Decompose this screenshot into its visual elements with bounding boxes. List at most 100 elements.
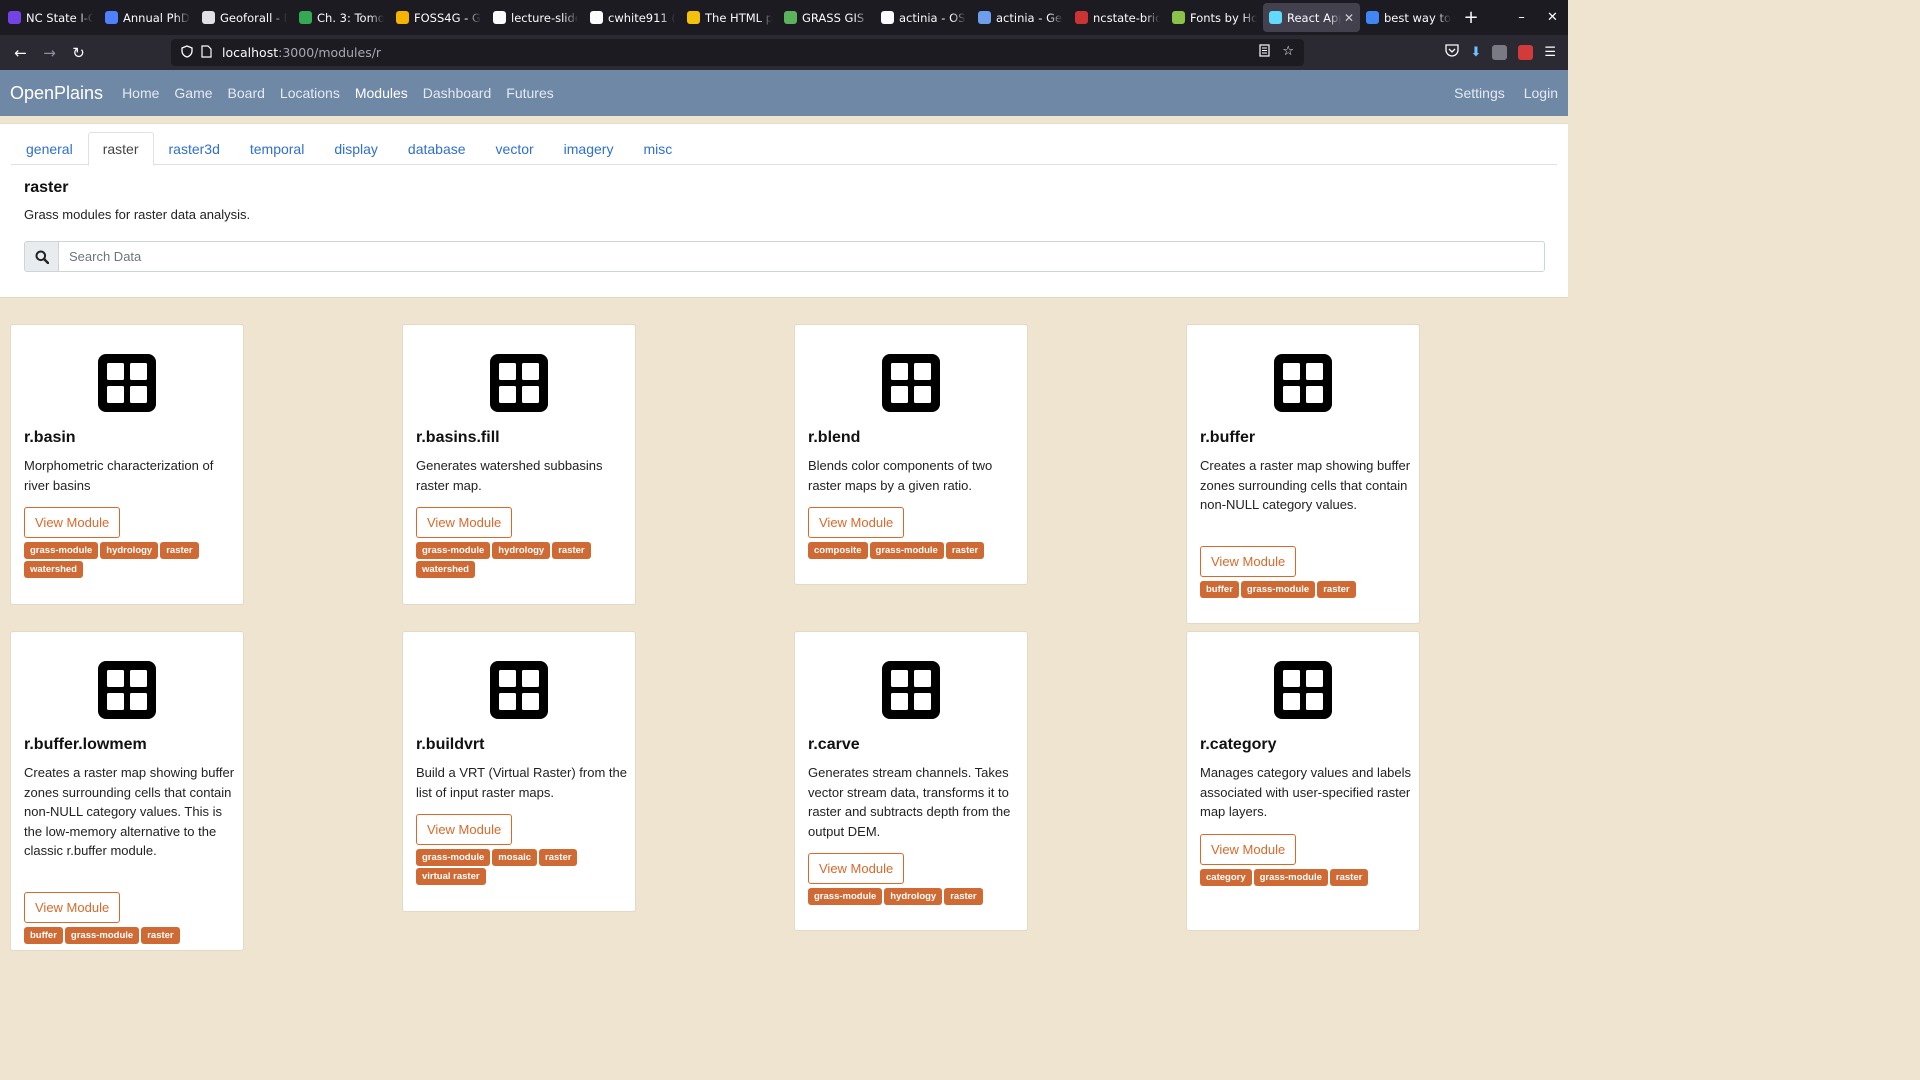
nav-link-futures[interactable]: Futures xyxy=(506,85,553,101)
tag-badge: grass-module xyxy=(808,888,883,905)
pocket-icon[interactable] xyxy=(1445,44,1460,61)
tag-badge: raster xyxy=(539,849,578,866)
tag-badge: raster xyxy=(944,888,983,905)
tab-favicon-icon xyxy=(493,11,506,24)
minimize-window-button[interactable]: – xyxy=(1506,10,1537,25)
search-input[interactable] xyxy=(59,242,1544,271)
view-module-button[interactable]: View Module xyxy=(24,892,121,923)
browser-tab-title: React App xyxy=(1287,10,1341,25)
module-description: Blends color components of two raster ma… xyxy=(808,458,993,493)
tag-list: grass-module hydrology raster xyxy=(808,888,1020,905)
browser-tab[interactable]: lecture-slide xyxy=(487,0,584,35)
nav-link-settings[interactable]: Settings xyxy=(1454,85,1505,101)
tab-raster[interactable]: raster xyxy=(87,132,154,166)
tag-badge: mosaic xyxy=(492,849,538,866)
tab-general[interactable]: general xyxy=(11,132,88,165)
forward-icon[interactable]: → xyxy=(35,38,64,67)
url-bar[interactable]: localhost:3000/modules/r ☆ xyxy=(171,39,1304,66)
tag-badge: grass-module xyxy=(64,927,140,944)
browser-tab-title: ncstate-bric xyxy=(1093,10,1160,25)
tag-badge: grass-module xyxy=(869,542,944,559)
browser-tab[interactable]: actinia - Geo xyxy=(972,0,1069,35)
browser-tab[interactable]: Ch. 3: Tomor xyxy=(293,0,390,35)
nav-link-modules[interactable]: Modules xyxy=(355,85,408,101)
module-description: Morphometric characterization of river b… xyxy=(24,458,214,493)
tab-raster3d[interactable]: raster3d xyxy=(154,132,235,165)
nav-link-board[interactable]: Board xyxy=(228,85,265,101)
module-card: r.buffer Creates a raster map showing buf… xyxy=(1186,324,1420,624)
close-window-button[interactable]: ✕ xyxy=(1537,10,1568,25)
reader-view-icon[interactable] xyxy=(1259,44,1270,61)
tag-badge: virtual raster xyxy=(416,868,486,885)
nav-link-dashboard[interactable]: Dashboard xyxy=(423,85,492,101)
module-name: r.category xyxy=(1200,736,1277,753)
tag-list: composite grass-module raster xyxy=(808,542,1020,559)
new-tab-button[interactable]: + xyxy=(1457,0,1485,35)
view-module-button[interactable]: View Module xyxy=(1200,546,1297,577)
bookmark-star-icon[interactable]: ☆ xyxy=(1282,44,1294,61)
brand-logo[interactable]: OpenPlains xyxy=(10,83,103,104)
tab-favicon-icon xyxy=(881,11,894,24)
tag-badge: raster xyxy=(1317,581,1356,598)
browser-tab[interactable]: best way to xyxy=(1360,0,1457,35)
tag-badge: grass-module xyxy=(416,849,491,866)
browser-tab[interactable]: cwhite911 (C xyxy=(584,0,681,35)
zotero-icon[interactable] xyxy=(1492,45,1508,60)
view-module-button[interactable]: View Module xyxy=(808,853,905,884)
browser-tab-title: lecture-slide xyxy=(511,10,578,25)
browser-tab[interactable]: The HTML pr xyxy=(681,0,778,35)
browser-tab[interactable]: Geoforall - D xyxy=(196,0,293,35)
browser-tab[interactable]: FOSS4G - Go xyxy=(390,0,487,35)
browser-tab-title: best way to xyxy=(1384,10,1451,25)
tag-badge: grass-module xyxy=(416,542,491,559)
module-name: r.buffer xyxy=(1200,429,1256,446)
view-module-button[interactable]: View Module xyxy=(808,507,905,538)
grid-icon xyxy=(882,354,940,412)
grid-icon xyxy=(1274,661,1332,719)
tag-badge: raster xyxy=(945,542,985,559)
nav-link-home[interactable]: Home xyxy=(122,85,159,101)
browser-tab[interactable]: actinia - OSC xyxy=(875,0,972,35)
back-icon[interactable]: ← xyxy=(6,38,35,67)
tab-imagery[interactable]: imagery xyxy=(549,132,629,165)
tab-favicon-icon xyxy=(590,11,603,24)
nav-link-locations[interactable]: Locations xyxy=(280,85,340,101)
tab-vector[interactable]: vector xyxy=(481,132,549,165)
module-description: Build a VRT (Virtual Raster) from the li… xyxy=(416,765,627,800)
grid-icon xyxy=(98,354,156,412)
tab-display[interactable]: display xyxy=(319,132,393,165)
section-description: Grass modules for raster data analysis. xyxy=(24,207,251,222)
browser-tab[interactable]: ncstate-bric xyxy=(1069,0,1166,35)
browser-tab[interactable]: Annual PhD xyxy=(99,0,196,35)
view-module-button[interactable]: View Module xyxy=(416,814,513,845)
nav-link-game[interactable]: Game xyxy=(174,85,212,101)
reload-icon[interactable]: ↻ xyxy=(64,38,93,67)
extension-icon[interactable] xyxy=(1518,45,1534,60)
browser-tab[interactable]: React App ✕ xyxy=(1263,3,1360,32)
tag-list: grass-module mosaic raster virtual raster xyxy=(416,849,628,885)
tag-badge: grass-module xyxy=(1253,868,1328,886)
grid-icon xyxy=(490,354,548,412)
tab-database[interactable]: database xyxy=(393,132,481,165)
tag-list: buffer grass-module raster xyxy=(1200,581,1412,598)
view-module-button[interactable]: View Module xyxy=(1200,833,1297,865)
menu-icon[interactable]: ☰ xyxy=(1544,45,1556,60)
tab-temporal[interactable]: temporal xyxy=(235,132,319,165)
tab-misc[interactable]: misc xyxy=(628,132,687,165)
view-module-button[interactable]: View Module xyxy=(416,507,513,538)
grid-icon xyxy=(1274,354,1332,412)
browser-tab[interactable]: NC State I-C xyxy=(2,0,99,35)
browser-tab[interactable]: GRASS GIS - xyxy=(778,0,875,35)
grid-icon xyxy=(882,661,940,719)
shield-icon xyxy=(181,44,193,61)
close-tab-icon[interactable]: ✕ xyxy=(1341,11,1354,25)
browser-tab[interactable]: Fonts by Ho xyxy=(1166,0,1263,35)
nav-link-login[interactable]: Login xyxy=(1524,85,1558,101)
tab-favicon-icon xyxy=(1269,11,1282,24)
tab-favicon-icon xyxy=(8,11,21,24)
download-icon[interactable]: ⬇ xyxy=(1470,45,1481,60)
tag-badge: raster xyxy=(141,927,180,944)
app-navbar: OpenPlains Home Game Board Locations Modules… xyxy=(0,70,1568,116)
search-icon[interactable] xyxy=(25,242,59,271)
view-module-button[interactable]: View Module xyxy=(24,507,121,538)
